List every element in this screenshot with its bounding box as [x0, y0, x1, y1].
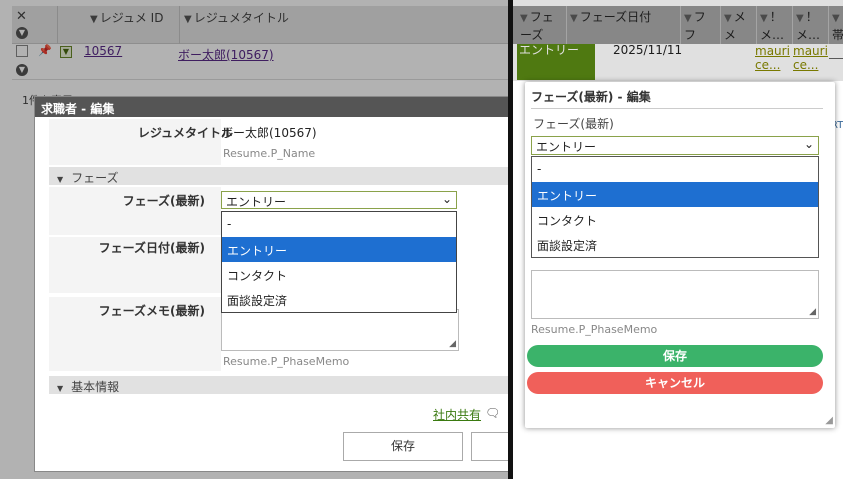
left-pane: ✕ ▼ ▼ レジュメ ID ▼ レジュメタイトル 📌 ▼ ▼ 10567 ボー太郎(… [0, 0, 510, 479]
phase-memo-hint: Resume.P_PhaseMemo [223, 355, 350, 368]
popup-memo-hint: Resume.P_PhaseMemo [531, 323, 658, 336]
collapse-icon: ▼ [57, 175, 64, 184]
dropdown-option[interactable]: コンタクト [222, 262, 456, 287]
phase-edit-popup: フェーズ(最新) - 編集 フェーズ(最新) エントリー ⌄ ◢ Resume.… [525, 82, 835, 428]
secondary-button[interactable] [471, 432, 509, 461]
popup-phase-select[interactable]: エントリー ⌄ [531, 136, 819, 155]
save-button[interactable]: 保存 [343, 432, 463, 461]
edit-dialog: 求職者 - 編集 レジュメタイトル ボー太郎(10567) Resume.P_N… [34, 96, 510, 472]
dropdown-option[interactable]: 面談設定済 [532, 232, 818, 257]
chevron-down-icon: ⌄ [441, 192, 452, 206]
phase-date-label: フェーズ日付(最新) [98, 241, 205, 255]
header-dim [513, 0, 843, 81]
chevron-down-icon: ⌄ [803, 137, 814, 151]
phase-dropdown-list: - エントリー コンタクト 面談設定済 [221, 211, 457, 313]
resize-grip-icon[interactable]: ◢ [809, 307, 816, 317]
phase-memo-textarea[interactable]: ◢ [221, 309, 459, 351]
popup-cancel-button[interactable]: キャンセル [527, 372, 823, 394]
popup-title: フェーズ(最新) - 編集 [531, 88, 823, 109]
section-basic[interactable]: ▼ 基本情報 [49, 376, 509, 394]
share-link[interactable]: 社内共有 [433, 406, 481, 423]
dropdown-option[interactable]: コンタクト [532, 207, 818, 232]
dropdown-option-selected[interactable]: エントリー [222, 237, 456, 262]
right-pane: ▼フェーズ ▼フェーズ日付 ▼フフェ… ▼メメル… ▼！メ… ▼！メ… ▼帯 エ… [513, 0, 843, 479]
dropdown-option[interactable]: - [532, 157, 818, 182]
phase-memo-label: フェーズメモ(最新) [98, 304, 205, 318]
comment-icon[interactable]: 🗨 [485, 406, 500, 420]
popup-memo-textarea[interactable]: ◢ [531, 270, 819, 319]
popup-dropdown-list: - エントリー コンタクト 面談設定済 [531, 156, 819, 258]
resume-title-hint: Resume.P_Name [223, 147, 316, 160]
resize-grip-icon[interactable]: ◢ [825, 415, 833, 426]
resume-title-value: ボー太郎(10567) [221, 126, 317, 140]
dropdown-option[interactable]: 面談設定済 [222, 287, 456, 312]
dialog-title: 求職者 - 編集 [35, 97, 509, 117]
phase-label: フェーズ(最新) [122, 194, 205, 208]
phase-select[interactable]: エントリー ⌄ [221, 191, 457, 209]
resume-title-label: レジュメタイトル [137, 126, 233, 140]
popup-phase-label: フェーズ(最新) [533, 117, 614, 131]
collapse-icon: ▼ [57, 384, 64, 393]
section-phase[interactable]: ▼ フェーズ [49, 167, 509, 185]
dropdown-option-selected[interactable]: エントリー [532, 182, 818, 207]
popup-save-button[interactable]: 保存 [527, 345, 823, 367]
dropdown-option[interactable]: - [222, 212, 456, 237]
resize-grip-icon[interactable]: ◢ [449, 339, 456, 349]
